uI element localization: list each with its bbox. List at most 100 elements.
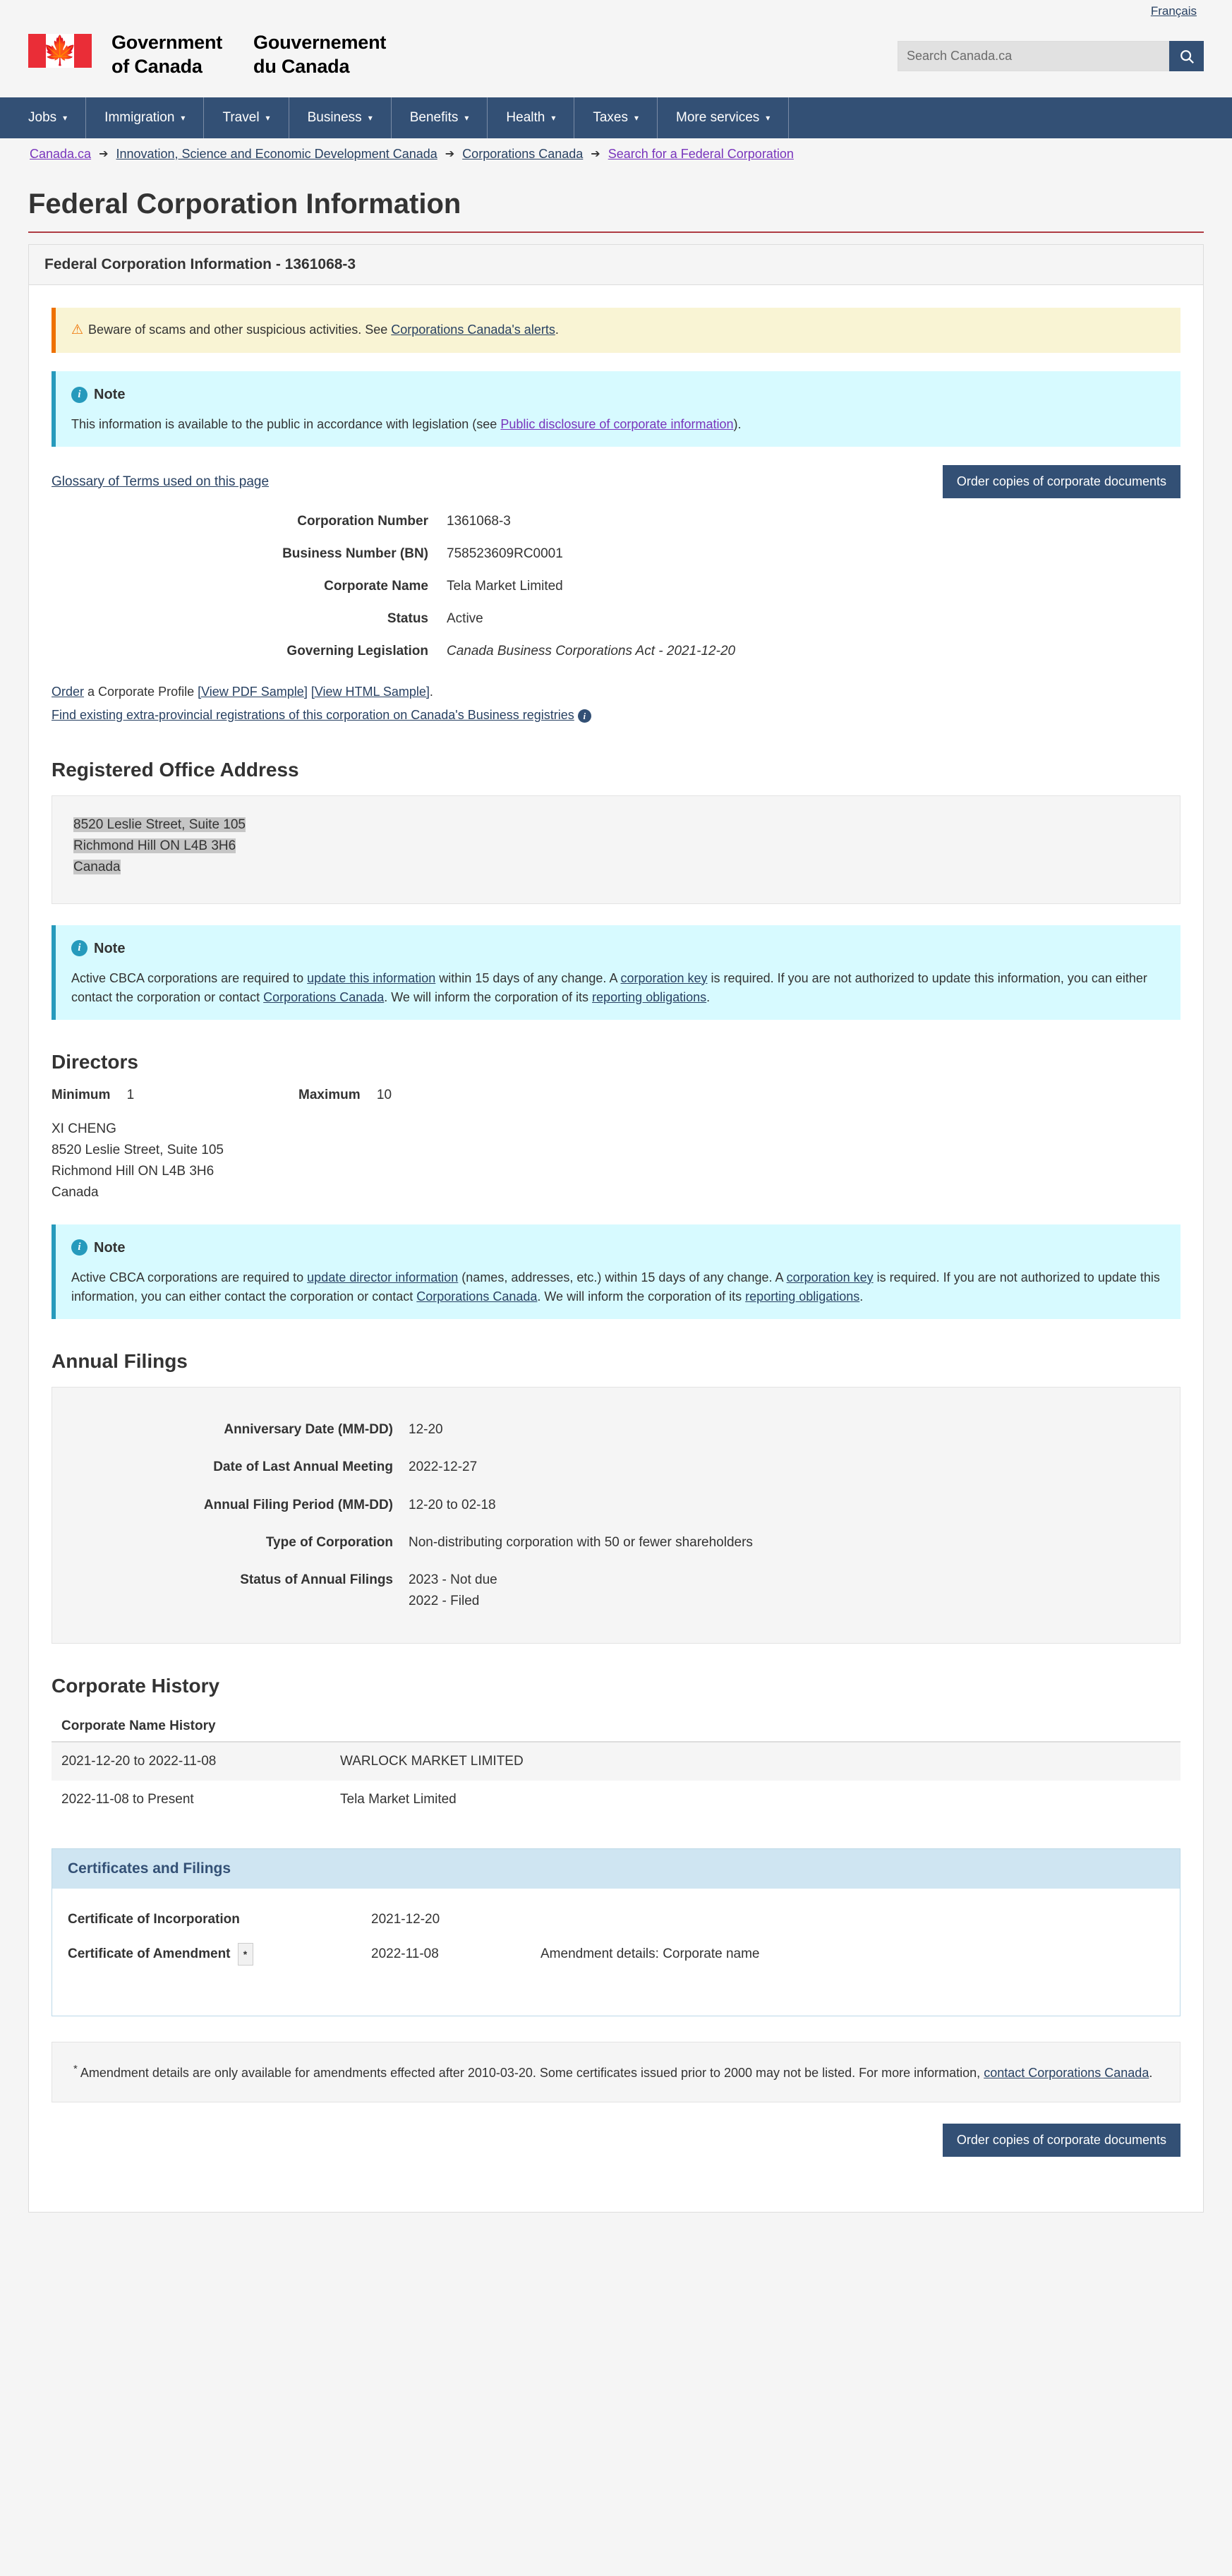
nav-item-taxes[interactable]: Taxes ▾	[574, 97, 658, 138]
directors-minimum-value: 1	[126, 1087, 135, 1102]
nav-item-immigration[interactable]: Immigration ▾	[86, 97, 205, 138]
order-copies-button-bottom[interactable]: Order copies of corporate documents	[942, 2124, 1180, 2157]
update-director-information-link[interactable]: update director information	[307, 1270, 458, 1284]
directors-maximum-label: Maximum	[298, 1087, 361, 1102]
director-address-line: Richmond Hill ON L4B 3H6	[52, 1163, 215, 1179]
breadcrumb-separator-icon: ➔	[591, 148, 600, 160]
table-row: 2021-12-20 to 2022-11-08 WARLOCK MARKET …	[52, 1742, 1180, 1781]
history-period: 2021-12-20 to 2022-11-08	[52, 1742, 330, 1781]
view-html-sample-link[interactable]: [View HTML Sample]	[311, 685, 430, 699]
corporation-key-link[interactable]: corporation key	[620, 971, 707, 985]
filing-value-last-annual-meeting: 2022-12-27	[409, 1459, 478, 1475]
filing-value-type-of-corporation: Non-distributing corporation with 50 or …	[409, 1535, 753, 1551]
footnote-asterisk-button[interactable]: *	[237, 1943, 253, 1966]
nav-item-health[interactable]: Health ▾	[488, 97, 575, 138]
chevron-down-icon: ▾	[766, 112, 771, 123]
breadcrumb-item-search-federal-corporation[interactable]: Search for a Federal Corporation	[608, 147, 794, 162]
directors-minimum-label: Minimum	[52, 1087, 111, 1102]
search-button[interactable]	[1169, 41, 1204, 71]
breadcrumb-separator-icon: ➔	[99, 148, 109, 160]
main-content: Federal Corporation Information Federal …	[0, 188, 1232, 2213]
warning-triangle-icon: ⚠	[71, 322, 84, 337]
certificates-heading: Certificates and Filings	[52, 1849, 1180, 1889]
brand-row: 🍁 Government of Canada Gouvernement du C…	[28, 18, 1204, 97]
breadcrumb-item-corporations-canada[interactable]: Corporations Canada	[462, 147, 583, 162]
table-header-corporate-name-history: Corporate Name History	[52, 1711, 1180, 1743]
disclosure-note-title: Note	[94, 387, 126, 402]
field-value-corporation-number: 1361068-3	[447, 514, 511, 529]
note-text: Active CBCA corporations are required to	[71, 1270, 308, 1284]
reporting-obligations-link[interactable]: reporting obligations	[592, 990, 706, 1004]
scam-alert-link[interactable]: Corporations Canada's alerts	[391, 323, 555, 337]
corporation-panel: Federal Corporation Information - 136106…	[28, 243, 1204, 2213]
field-value-business-number: 758523609RC0001	[447, 546, 563, 561]
field-label-corporate-name: Corporate Name	[324, 579, 428, 594]
canada-flag-icon: 🍁	[28, 34, 92, 68]
corporations-canada-link[interactable]: Corporations Canada	[263, 990, 384, 1004]
nav-item-business[interactable]: Business ▾	[289, 97, 392, 138]
filing-status-year: 2023 - Not due	[409, 1572, 497, 1588]
nav-label: Travel	[222, 109, 260, 125]
search-input[interactable]	[898, 41, 1169, 71]
wordmark-french: Gouvernement du Canada	[253, 32, 387, 77]
registered-office-address-box: 8520 Leslie Street, Suite 105 Richmond H…	[52, 795, 1180, 904]
nav-item-jobs[interactable]: Jobs ▾	[0, 97, 87, 138]
glossary-toolbar: Glossary of Terms used on this page Orde…	[52, 465, 1180, 498]
public-disclosure-link[interactable]: Public disclosure of corporate informati…	[500, 417, 733, 431]
address-line: 8520 Leslie Street, Suite 105	[73, 817, 246, 832]
bottom-toolbar: Order copies of corporate documents	[52, 2124, 1180, 2157]
breadcrumb-item-ised[interactable]: Innovation, Science and Economic Develop…	[116, 147, 437, 162]
certificate-name-label: Certificate of Incorporation	[68, 1912, 240, 1927]
nav-label: Taxes	[593, 109, 628, 125]
director-address-line: 8520 Leslie Street, Suite 105	[52, 1142, 224, 1157]
language-toggle-link[interactable]: Français	[1151, 4, 1197, 18]
note-text: . We will inform the corporation of its	[537, 1289, 746, 1304]
nav-label: Jobs	[28, 109, 57, 125]
nav-label: More services	[676, 109, 760, 125]
view-pdf-sample-link[interactable]: [View PDF Sample]	[198, 685, 308, 699]
annual-filings-box: Anniversary Date (MM-DD) 12-20 Date of L…	[52, 1386, 1180, 1644]
site-search	[898, 41, 1204, 71]
address-line: Canada	[73, 859, 121, 874]
corporation-details: Corporation Number 1361068-3 Business Nu…	[52, 514, 1180, 659]
order-copies-button-top[interactable]: Order copies of corporate documents	[942, 465, 1180, 498]
contact-corporations-canada-link[interactable]: contact Corporations Canada	[984, 2066, 1149, 2080]
certificate-name: Certificate of Amendment *	[68, 1943, 371, 1966]
corporation-key-link[interactable]: corporation key	[787, 1270, 874, 1284]
directors-note-body: Active CBCA corporations are required to…	[71, 1268, 1165, 1306]
field-label-business-number: Business Number (BN)	[282, 546, 428, 561]
disclosure-note: i Note This information is available to …	[52, 371, 1180, 447]
director-name: XI CHENG	[52, 1121, 116, 1136]
certificate-details: Amendment details: Corporate name	[540, 1946, 760, 1962]
history-name: WARLOCK MARKET LIMITED	[330, 1742, 1180, 1781]
field-label-governing-legislation: Governing Legislation	[286, 644, 428, 658]
corporations-canada-link[interactable]: Corporations Canada	[416, 1289, 537, 1304]
certificate-row: Certificate of Incorporation 2021-12-20	[68, 1904, 1164, 1935]
nav-item-travel[interactable]: Travel ▾	[204, 97, 289, 138]
footnote-text-after: .	[1149, 2066, 1153, 2081]
breadcrumb-item-canada-ca[interactable]: Canada.ca	[30, 147, 91, 162]
chevron-down-icon: ▾	[181, 112, 186, 123]
nav-item-benefits[interactable]: Benefits ▾	[392, 97, 488, 138]
wordmark-english: Government of Canada	[111, 32, 223, 77]
directors-heading: Directors	[52, 1050, 138, 1073]
filing-value-annual-filing-period: 12-20 to 02-18	[409, 1497, 496, 1512]
glossary-link[interactable]: Glossary of Terms used on this page	[52, 474, 269, 490]
certificate-date: 2022-11-08	[371, 1946, 439, 1962]
order-corporate-profile-link[interactable]: Order	[52, 685, 84, 699]
nav-label: Immigration	[104, 109, 175, 125]
info-circle-icon[interactable]: i	[577, 709, 591, 723]
filing-status-year: 2022 - Filed	[409, 1593, 480, 1608]
update-this-information-link[interactable]: update this information	[307, 971, 435, 985]
reporting-obligations-link[interactable]: reporting obligations	[745, 1289, 859, 1304]
nav-item-more-services[interactable]: More services ▾	[658, 97, 790, 138]
note-text: .	[706, 989, 711, 1004]
disclosure-note-body: This information is available to the pub…	[71, 415, 1165, 434]
directors-maximum: Maximum 10	[298, 1088, 1180, 1103]
history-period: 2022-11-08 to Present	[61, 1792, 194, 1807]
breadcrumb-separator-icon: ➔	[445, 148, 455, 160]
business-registries-link[interactable]: Find existing extra-provincial registrat…	[52, 708, 574, 722]
certificate-date: 2021-12-20	[371, 1912, 440, 1927]
filing-value-status-of-annual-filings: 2023 - Not due 2022 - Filed	[409, 1570, 1159, 1611]
disclosure-text-after: ).	[733, 417, 742, 431]
